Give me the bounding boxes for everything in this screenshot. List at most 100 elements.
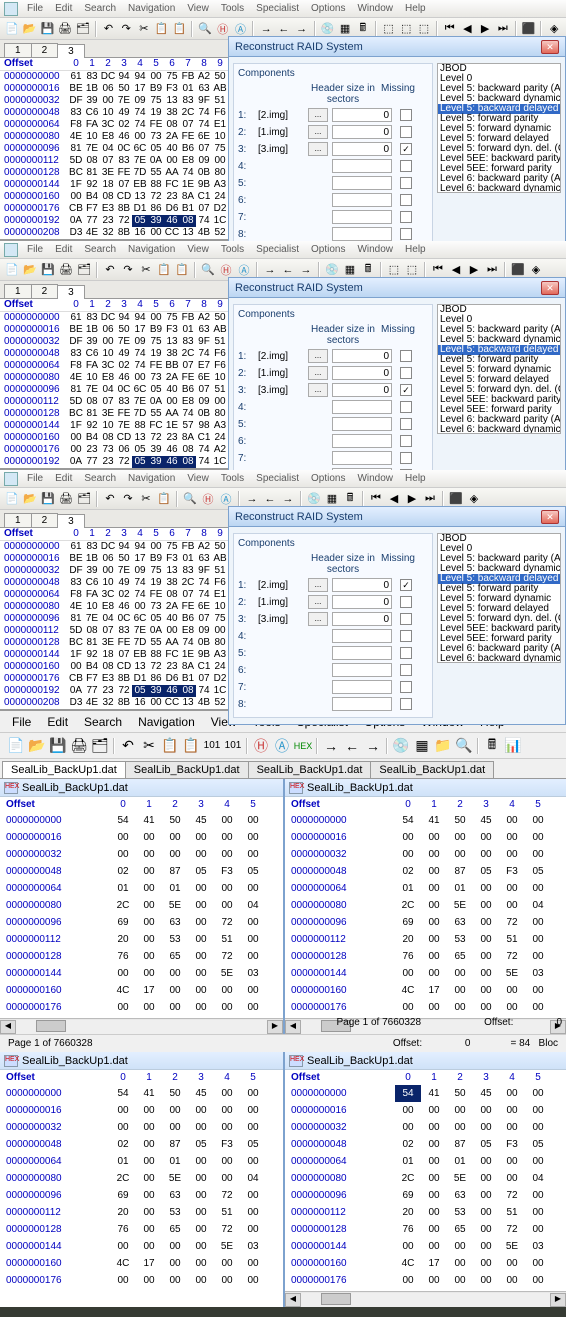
hex-byte[interactable]: 6E xyxy=(196,601,212,613)
hex-byte[interactable]: 72 xyxy=(214,914,240,931)
hex-byte[interactable]: D1 xyxy=(132,203,148,215)
hex-byte[interactable]: B6 xyxy=(180,384,196,396)
hex-row[interactable]: 0000000176CBF7E38BD186D6B107D2 xyxy=(0,203,228,215)
hex-byte[interactable]: 3C xyxy=(100,589,116,601)
hex-byte[interactable]: 00 xyxy=(525,914,551,931)
header-size-input[interactable] xyxy=(332,629,392,643)
hex-byte[interactable]: 88 xyxy=(148,649,164,661)
hex-byte[interactable]: 63 xyxy=(196,324,212,336)
help-icon[interactable]: ◈ xyxy=(466,491,482,507)
hex-byte[interactable]: 00 xyxy=(136,846,162,863)
hex-byte[interactable]: C1 xyxy=(196,661,212,673)
clear-icon[interactable]: 101 xyxy=(202,736,222,756)
hex-byte[interactable]: 00 xyxy=(525,1187,551,1204)
hex-byte[interactable]: 81 xyxy=(68,143,84,155)
header-size-input[interactable] xyxy=(332,663,392,677)
hex-byte[interactable]: 09 xyxy=(132,95,148,107)
hex-byte[interactable]: 00 xyxy=(162,965,188,982)
hex-byte[interactable]: 06 xyxy=(116,444,132,456)
hex-byte[interactable]: 00 xyxy=(136,948,162,965)
hex-byte[interactable]: 73 xyxy=(148,131,164,143)
hex-byte[interactable]: 00 xyxy=(164,155,180,167)
missing-checkbox[interactable] xyxy=(400,211,412,223)
hex-byte[interactable]: 00 xyxy=(395,1102,421,1119)
hex-byte[interactable]: 0C xyxy=(116,384,132,396)
menu-navigation[interactable]: Navigation xyxy=(123,2,180,15)
hex-byte[interactable]: 74 xyxy=(196,456,212,468)
missing-checkbox[interactable] xyxy=(400,579,412,591)
close-icon[interactable]: ✕ xyxy=(541,281,559,295)
menu-edit[interactable]: Edit xyxy=(41,713,74,731)
hex-row[interactable]: 0000000096817E040C6C0540B60775 xyxy=(0,143,228,155)
hex-byte[interactable]: 39 xyxy=(84,95,100,107)
header-size-input[interactable] xyxy=(332,417,392,431)
hex-byte[interactable]: 94 xyxy=(116,312,132,324)
header-size-input[interactable] xyxy=(332,451,392,465)
hex-byte[interactable]: 00 xyxy=(499,846,525,863)
hex-byte[interactable]: CD xyxy=(116,432,132,444)
hex-byte[interactable]: 65 xyxy=(447,948,473,965)
ram-icon[interactable]: ▦ xyxy=(337,21,353,37)
hex-byte[interactable]: 05 xyxy=(132,215,148,227)
hex-byte[interactable]: 07 xyxy=(100,396,116,408)
hex-byte[interactable]: 72 xyxy=(214,1221,240,1238)
hex-row[interactable]: 0000000128760065007200 xyxy=(6,1221,277,1238)
hex-byte[interactable]: FE xyxy=(116,167,132,179)
hex-byte[interactable]: 00 xyxy=(473,829,499,846)
hex-byte[interactable]: 08 xyxy=(84,625,100,637)
hex-byte[interactable]: 08 xyxy=(100,432,116,444)
hex-byte[interactable]: 00 xyxy=(100,336,116,348)
hex-byte[interactable]: 00 xyxy=(164,396,180,408)
hex-byte[interactable]: 2A xyxy=(164,131,180,143)
hex-byte[interactable]: 00 xyxy=(447,1119,473,1136)
hex-byte[interactable]: 00 xyxy=(188,948,214,965)
prev-icon[interactable]: ◀ xyxy=(460,21,476,37)
hex-byte[interactable]: 00 xyxy=(499,880,525,897)
hex-byte[interactable]: 83 xyxy=(116,155,132,167)
hex-byte[interactable]: 00 xyxy=(240,1221,266,1238)
hex-byte[interactable]: 94 xyxy=(132,71,148,83)
hex-byte[interactable]: 7E xyxy=(84,613,100,625)
hex-byte[interactable]: 00 xyxy=(421,897,447,914)
browse-button[interactable]: ... xyxy=(308,612,328,626)
hex-row[interactable]: 00000000804E10E84600732AFE6E10 xyxy=(0,131,228,143)
redo-icon[interactable]: ↷ xyxy=(120,491,136,507)
hex-byte[interactable]: 00 xyxy=(188,1204,214,1221)
hex-byte[interactable]: 61 xyxy=(68,312,84,324)
hex-row[interactable]: 0000000176000000000000 xyxy=(6,999,277,1016)
hex-byte[interactable]: EB xyxy=(132,649,148,661)
hex-byte[interactable]: 74 xyxy=(180,408,196,420)
hex-byte[interactable]: AA xyxy=(164,637,180,649)
hex-byte[interactable]: 51 xyxy=(212,95,228,107)
menu-help[interactable]: Help xyxy=(400,2,431,15)
hex-byte[interactable]: 39 xyxy=(148,685,164,697)
cut-icon[interactable]: ✂ xyxy=(138,262,154,278)
hex-byte[interactable]: 18 xyxy=(100,649,116,661)
hex-byte[interactable]: 00 xyxy=(136,931,162,948)
browse-button[interactable]: ... xyxy=(308,108,328,122)
hex-byte[interactable]: 74 xyxy=(132,107,148,119)
hex-byte[interactable]: 7D xyxy=(132,637,148,649)
hex-byte[interactable]: 00 xyxy=(162,999,188,1016)
hex-byte[interactable]: 49 xyxy=(116,107,132,119)
hex-byte[interactable]: 03 xyxy=(525,1238,551,1255)
hex-byte[interactable]: AA xyxy=(164,167,180,179)
hex-byte[interactable]: 39 xyxy=(84,565,100,577)
hex-byte[interactable]: FC xyxy=(164,179,180,191)
raid-level-list[interactable]: JBODLevel 0Level 5: backward parity (Ada… xyxy=(437,304,561,434)
missing-checkbox[interactable] xyxy=(400,418,412,430)
hex-byte[interactable]: C6 xyxy=(84,107,100,119)
hex-byte[interactable]: BC xyxy=(68,167,84,179)
hex-byte[interactable]: 51 xyxy=(212,384,228,396)
hex-byte[interactable]: 41 xyxy=(136,812,162,829)
hex-byte[interactable]: 50 xyxy=(116,324,132,336)
hex-byte[interactable]: 00 xyxy=(214,1119,240,1136)
hex-byte[interactable]: 05 xyxy=(525,863,551,880)
hex-byte[interactable]: 00 xyxy=(188,1238,214,1255)
find-text-icon[interactable]: Ⓐ xyxy=(272,736,292,756)
hex-byte[interactable]: 00 xyxy=(525,812,551,829)
hex-byte[interactable]: 2C xyxy=(110,897,136,914)
hex-row[interactable]: 0000000096690063007200 xyxy=(291,914,560,931)
hex-byte[interactable]: 00 xyxy=(421,931,447,948)
header-size-input[interactable] xyxy=(332,612,392,626)
